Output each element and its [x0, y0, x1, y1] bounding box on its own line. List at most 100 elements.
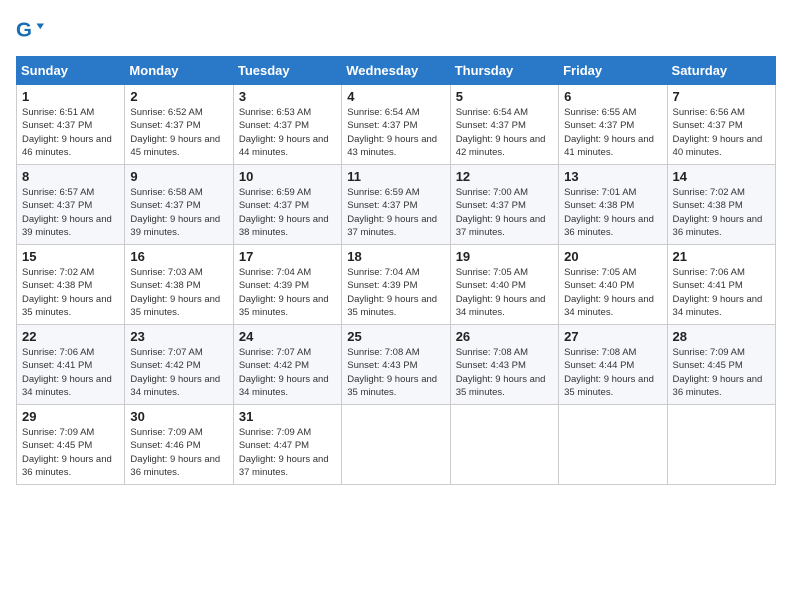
cell-details: Sunrise: 6:59 AM Sunset: 4:37 PM Dayligh…: [239, 186, 336, 239]
day-number: 28: [673, 329, 770, 344]
calendar-cell: 24 Sunrise: 7:07 AM Sunset: 4:42 PM Dayl…: [233, 325, 341, 405]
calendar-cell: 16 Sunrise: 7:03 AM Sunset: 4:38 PM Dayl…: [125, 245, 233, 325]
cell-details: Sunrise: 7:05 AM Sunset: 4:40 PM Dayligh…: [564, 266, 661, 319]
day-number: 4: [347, 89, 444, 104]
day-number: 26: [456, 329, 553, 344]
cell-details: Sunrise: 6:56 AM Sunset: 4:37 PM Dayligh…: [673, 106, 770, 159]
day-number: 19: [456, 249, 553, 264]
cell-details: Sunrise: 7:09 AM Sunset: 4:47 PM Dayligh…: [239, 426, 336, 479]
calendar-cell: [559, 405, 667, 485]
day-number: 16: [130, 249, 227, 264]
day-number: 13: [564, 169, 661, 184]
calendar-cell: [342, 405, 450, 485]
calendar-cell: 25 Sunrise: 7:08 AM Sunset: 4:43 PM Dayl…: [342, 325, 450, 405]
cell-details: Sunrise: 7:08 AM Sunset: 4:44 PM Dayligh…: [564, 346, 661, 399]
calendar-body: 1 Sunrise: 6:51 AM Sunset: 4:37 PM Dayli…: [17, 85, 776, 485]
day-number: 12: [456, 169, 553, 184]
day-number: 3: [239, 89, 336, 104]
calendar-cell: 26 Sunrise: 7:08 AM Sunset: 4:43 PM Dayl…: [450, 325, 558, 405]
calendar-cell: 17 Sunrise: 7:04 AM Sunset: 4:39 PM Dayl…: [233, 245, 341, 325]
calendar-cell: 29 Sunrise: 7:09 AM Sunset: 4:45 PM Dayl…: [17, 405, 125, 485]
cell-details: Sunrise: 7:08 AM Sunset: 4:43 PM Dayligh…: [347, 346, 444, 399]
calendar-cell: 18 Sunrise: 7:04 AM Sunset: 4:39 PM Dayl…: [342, 245, 450, 325]
calendar-cell: 7 Sunrise: 6:56 AM Sunset: 4:37 PM Dayli…: [667, 85, 775, 165]
calendar-cell: 14 Sunrise: 7:02 AM Sunset: 4:38 PM Dayl…: [667, 165, 775, 245]
cell-details: Sunrise: 6:54 AM Sunset: 4:37 PM Dayligh…: [456, 106, 553, 159]
header-day-thursday: Thursday: [450, 57, 558, 85]
svg-text:G: G: [16, 19, 32, 42]
calendar-cell: 6 Sunrise: 6:55 AM Sunset: 4:37 PM Dayli…: [559, 85, 667, 165]
calendar-cell: 22 Sunrise: 7:06 AM Sunset: 4:41 PM Dayl…: [17, 325, 125, 405]
day-number: 2: [130, 89, 227, 104]
calendar-week-row: 15 Sunrise: 7:02 AM Sunset: 4:38 PM Dayl…: [17, 245, 776, 325]
calendar-week-row: 8 Sunrise: 6:57 AM Sunset: 4:37 PM Dayli…: [17, 165, 776, 245]
cell-details: Sunrise: 7:00 AM Sunset: 4:37 PM Dayligh…: [456, 186, 553, 239]
header-day-tuesday: Tuesday: [233, 57, 341, 85]
day-number: 8: [22, 169, 119, 184]
cell-details: Sunrise: 7:03 AM Sunset: 4:38 PM Dayligh…: [130, 266, 227, 319]
cell-details: Sunrise: 7:05 AM Sunset: 4:40 PM Dayligh…: [456, 266, 553, 319]
day-number: 7: [673, 89, 770, 104]
header-day-friday: Friday: [559, 57, 667, 85]
day-number: 14: [673, 169, 770, 184]
calendar-cell: 9 Sunrise: 6:58 AM Sunset: 4:37 PM Dayli…: [125, 165, 233, 245]
day-number: 21: [673, 249, 770, 264]
calendar-cell: 5 Sunrise: 6:54 AM Sunset: 4:37 PM Dayli…: [450, 85, 558, 165]
calendar-week-row: 22 Sunrise: 7:06 AM Sunset: 4:41 PM Dayl…: [17, 325, 776, 405]
day-number: 30: [130, 409, 227, 424]
day-number: 18: [347, 249, 444, 264]
cell-details: Sunrise: 6:51 AM Sunset: 4:37 PM Dayligh…: [22, 106, 119, 159]
calendar-header-row: SundayMondayTuesdayWednesdayThursdayFrid…: [17, 57, 776, 85]
cell-details: Sunrise: 7:02 AM Sunset: 4:38 PM Dayligh…: [673, 186, 770, 239]
calendar-cell: [667, 405, 775, 485]
day-number: 24: [239, 329, 336, 344]
cell-details: Sunrise: 7:08 AM Sunset: 4:43 PM Dayligh…: [456, 346, 553, 399]
calendar-cell: 27 Sunrise: 7:08 AM Sunset: 4:44 PM Dayl…: [559, 325, 667, 405]
calendar-cell: 20 Sunrise: 7:05 AM Sunset: 4:40 PM Dayl…: [559, 245, 667, 325]
day-number: 6: [564, 89, 661, 104]
day-number: 9: [130, 169, 227, 184]
day-number: 11: [347, 169, 444, 184]
calendar-cell: 8 Sunrise: 6:57 AM Sunset: 4:37 PM Dayli…: [17, 165, 125, 245]
calendar-cell: 30 Sunrise: 7:09 AM Sunset: 4:46 PM Dayl…: [125, 405, 233, 485]
calendar-cell: 12 Sunrise: 7:00 AM Sunset: 4:37 PM Dayl…: [450, 165, 558, 245]
calendar-cell: 21 Sunrise: 7:06 AM Sunset: 4:41 PM Dayl…: [667, 245, 775, 325]
calendar-cell: 3 Sunrise: 6:53 AM Sunset: 4:37 PM Dayli…: [233, 85, 341, 165]
header-day-wednesday: Wednesday: [342, 57, 450, 85]
cell-details: Sunrise: 7:09 AM Sunset: 4:46 PM Dayligh…: [130, 426, 227, 479]
cell-details: Sunrise: 7:02 AM Sunset: 4:38 PM Dayligh…: [22, 266, 119, 319]
day-number: 29: [22, 409, 119, 424]
calendar-cell: 13 Sunrise: 7:01 AM Sunset: 4:38 PM Dayl…: [559, 165, 667, 245]
calendar-cell: 28 Sunrise: 7:09 AM Sunset: 4:45 PM Dayl…: [667, 325, 775, 405]
calendar-cell: 2 Sunrise: 6:52 AM Sunset: 4:37 PM Dayli…: [125, 85, 233, 165]
cell-details: Sunrise: 7:06 AM Sunset: 4:41 PM Dayligh…: [22, 346, 119, 399]
header-day-sunday: Sunday: [17, 57, 125, 85]
header-day-saturday: Saturday: [667, 57, 775, 85]
day-number: 23: [130, 329, 227, 344]
day-number: 31: [239, 409, 336, 424]
calendar-cell: 4 Sunrise: 6:54 AM Sunset: 4:37 PM Dayli…: [342, 85, 450, 165]
day-number: 25: [347, 329, 444, 344]
logo-icon: G: [16, 16, 44, 44]
calendar-week-row: 29 Sunrise: 7:09 AM Sunset: 4:45 PM Dayl…: [17, 405, 776, 485]
calendar-cell: 15 Sunrise: 7:02 AM Sunset: 4:38 PM Dayl…: [17, 245, 125, 325]
calendar-cell: 11 Sunrise: 6:59 AM Sunset: 4:37 PM Dayl…: [342, 165, 450, 245]
calendar-week-row: 1 Sunrise: 6:51 AM Sunset: 4:37 PM Dayli…: [17, 85, 776, 165]
calendar-cell: [450, 405, 558, 485]
calendar-cell: 23 Sunrise: 7:07 AM Sunset: 4:42 PM Dayl…: [125, 325, 233, 405]
cell-details: Sunrise: 7:01 AM Sunset: 4:38 PM Dayligh…: [564, 186, 661, 239]
calendar-cell: 1 Sunrise: 6:51 AM Sunset: 4:37 PM Dayli…: [17, 85, 125, 165]
calendar-cell: 31 Sunrise: 7:09 AM Sunset: 4:47 PM Dayl…: [233, 405, 341, 485]
day-number: 22: [22, 329, 119, 344]
cell-details: Sunrise: 7:09 AM Sunset: 4:45 PM Dayligh…: [22, 426, 119, 479]
day-number: 17: [239, 249, 336, 264]
header: G: [16, 16, 776, 44]
day-number: 10: [239, 169, 336, 184]
header-day-monday: Monday: [125, 57, 233, 85]
cell-details: Sunrise: 7:07 AM Sunset: 4:42 PM Dayligh…: [239, 346, 336, 399]
day-number: 15: [22, 249, 119, 264]
cell-details: Sunrise: 6:53 AM Sunset: 4:37 PM Dayligh…: [239, 106, 336, 159]
day-number: 20: [564, 249, 661, 264]
logo: G: [16, 16, 48, 44]
cell-details: Sunrise: 7:09 AM Sunset: 4:45 PM Dayligh…: [673, 346, 770, 399]
